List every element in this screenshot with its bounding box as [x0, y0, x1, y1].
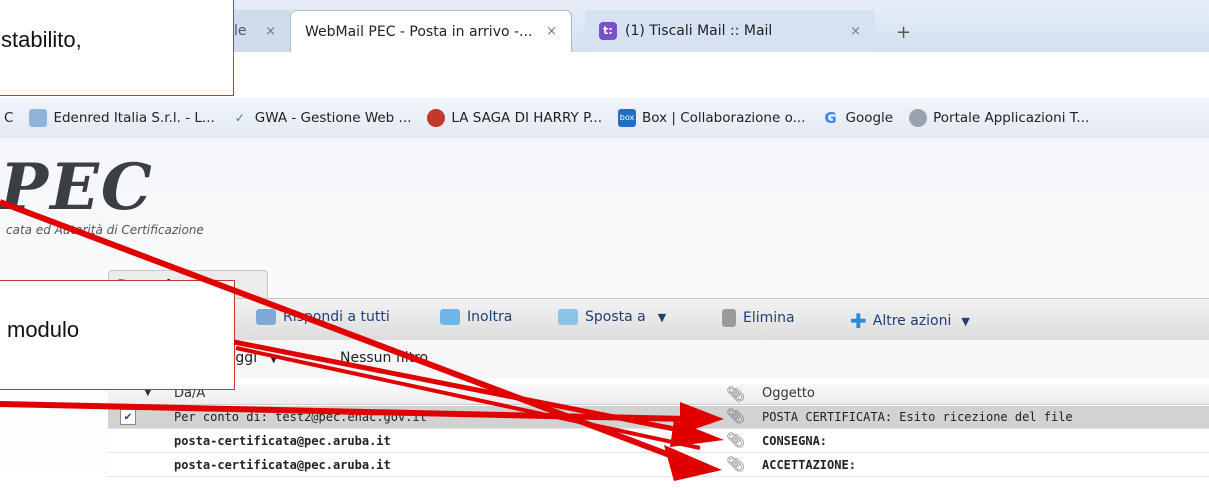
- harry-potter-icon: [427, 109, 446, 127]
- table-row[interactable]: posta-certificata@pec.aruba.it 📎︎ ACCETT…: [108, 454, 1209, 477]
- gwa-icon: ✓: [234, 111, 245, 125]
- bookmark-gwa[interactable]: ✓ GWA - Gestione Web ...: [231, 109, 412, 127]
- close-icon[interactable]: ×: [265, 24, 276, 39]
- bookmark-google[interactable]: G Google: [821, 109, 893, 127]
- bookmark-label: Google: [845, 110, 894, 126]
- callout-box-middle: modulo: [0, 280, 235, 390]
- row-checkbox[interactable]: ✔: [120, 409, 136, 425]
- new-tab-button[interactable]: +: [896, 22, 911, 43]
- logo-subtitle: cata ed Autorità di Certificazione: [6, 223, 204, 237]
- table-row[interactable]: posta-certificata@pec.aruba.it 📎︎ CONSEG…: [108, 430, 1209, 453]
- bookmark-box[interactable]: box Box | Collaborazione o...: [618, 109, 805, 127]
- row-from: posta-certificata@pec.aruba.it: [174, 434, 391, 448]
- move-label: Sposta a: [585, 309, 646, 325]
- edenred-icon: [29, 109, 48, 127]
- column-subject[interactable]: Oggetto: [762, 386, 815, 401]
- plus-icon: ✚: [850, 309, 867, 333]
- more-actions-label: Altre azioni: [872, 313, 952, 329]
- row-from: posta-certificata@pec.aruba.it: [174, 458, 391, 472]
- callout-text: stabilito,: [1, 27, 82, 52]
- tab-label: (1) Tiscali Mail :: Mail: [625, 23, 773, 39]
- trash-icon: [722, 309, 736, 327]
- reply-all-button[interactable]: Rispondi a tutti: [256, 309, 390, 325]
- filter-dropdown[interactable]: Nessun filtro: [340, 350, 428, 366]
- more-actions-button[interactable]: ✚ Altre azioni ▼: [850, 309, 970, 333]
- bookmark-label: Portale Applicazioni T...: [933, 110, 1090, 126]
- delete-label: Elimina: [743, 310, 795, 326]
- tab-webmail-pec[interactable]: WebMail PEC - Posta in arrivo -... ×: [290, 10, 572, 52]
- forward-icon: [440, 309, 460, 325]
- delete-button[interactable]: Elimina: [722, 309, 795, 327]
- google-icon: G: [824, 109, 837, 127]
- chevron-down-icon: ▼: [657, 310, 667, 324]
- chevron-down-icon: ▼: [269, 352, 279, 365]
- list-header: ▼ Da/A 📎︎ Oggetto: [108, 384, 1209, 405]
- tab-label: WebMail PEC - Posta in arrivo -...: [305, 23, 533, 40]
- bookmark-item[interactable]: C: [4, 110, 13, 126]
- tab-tiscali-mail[interactable]: t: (1) Tiscali Mail :: Mail ×: [585, 10, 875, 52]
- close-icon[interactable]: ×: [850, 24, 861, 39]
- bookmarks-bar: C Edenred Italia S.r.l. - L... ✓ GWA - G…: [0, 98, 1209, 139]
- pec-logo: PEC: [0, 150, 154, 225]
- forward-button[interactable]: Inoltra: [440, 309, 512, 325]
- row-subject: POSTA CERTIFICATA: Esito ricezione del f…: [762, 410, 1073, 424]
- bookmark-edenred[interactable]: Edenred Italia S.r.l. - L...: [29, 109, 215, 127]
- bookmark-portale[interactable]: Portale Applicazioni T...: [909, 109, 1089, 127]
- attachment-icon: 📎︎: [726, 407, 746, 425]
- box-icon: box: [618, 109, 636, 127]
- portale-icon: [909, 109, 928, 127]
- mail-toolbar: Rispondi a tutti Inoltra Sposta a ▼ Elim…: [108, 298, 1209, 342]
- bookmark-label: GWA - Gestione Web ...: [254, 110, 412, 126]
- attachment-icon: 📎︎: [726, 431, 746, 449]
- attachment-column-icon: 📎︎: [726, 385, 746, 403]
- move-icon: [558, 309, 578, 325]
- tab-label: le: [234, 23, 247, 39]
- bookmark-label: Edenred Italia S.r.l. - L...: [53, 110, 215, 126]
- filter-bar: messaggi ▼ Nessun filtro: [108, 340, 1209, 378]
- bookmark-harry-potter[interactable]: LA SAGA DI HARRY P...: [427, 109, 602, 127]
- chevron-down-icon: ▼: [961, 314, 970, 328]
- row-from: Per conto di: test2@pec.enac.gov.it: [174, 410, 427, 424]
- forward-label: Inoltra: [467, 309, 513, 325]
- reply-all-label: Rispondi a tutti: [283, 309, 390, 325]
- row-subject: CONSEGNA:: [762, 434, 828, 448]
- reply-all-icon: [256, 309, 276, 325]
- tiscali-icon: t:: [599, 22, 617, 40]
- callout-box-top: stabilito,: [0, 0, 234, 96]
- message-list: ▼ Da/A 📎︎ Oggetto ✔ Per conto di: test2@…: [108, 378, 1209, 488]
- attachment-icon: 📎︎: [726, 455, 746, 473]
- table-row[interactable]: ✔ Per conto di: test2@pec.enac.gov.it 📎︎…: [108, 406, 1209, 429]
- callout-text: modulo: [7, 317, 80, 342]
- close-icon[interactable]: ×: [546, 24, 557, 39]
- move-to-button[interactable]: Sposta a ▼: [558, 309, 666, 325]
- row-subject: ACCETTAZIONE:: [762, 458, 856, 472]
- bookmark-label: Box | Collaborazione o...: [642, 110, 806, 126]
- bookmark-label: C: [4, 110, 14, 126]
- bookmark-label: LA SAGA DI HARRY P...: [451, 110, 602, 126]
